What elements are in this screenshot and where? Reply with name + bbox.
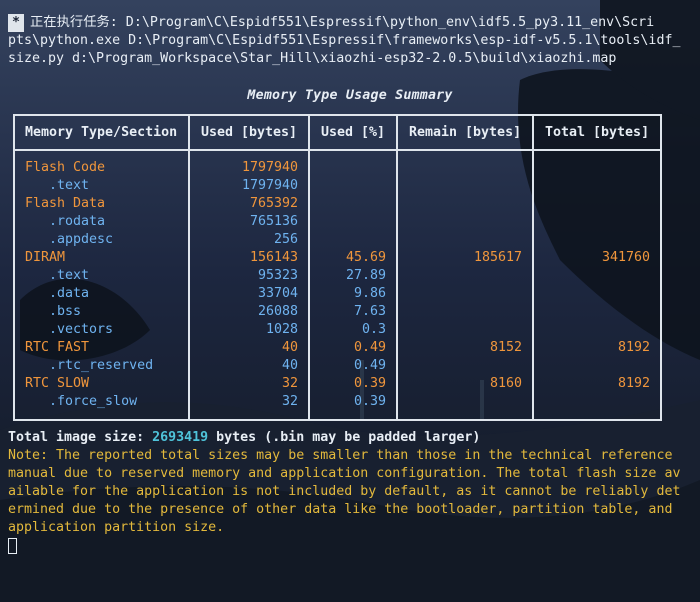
cell-used-bytes: 32 [281, 394, 298, 409]
table-title: Memory Type Usage Summary [247, 88, 453, 103]
task-badge: * [8, 14, 25, 32]
cell-used-percent: 27.89 [345, 268, 386, 283]
cell-used-bytes: 1797940 [241, 160, 298, 175]
cell-remain-bytes [400, 195, 522, 213]
cell-name: Flash Code [25, 160, 106, 175]
cell-remain-bytes [400, 321, 522, 339]
note-line-2: manual due to reserved memory and applic… [8, 466, 681, 481]
cell-used-bytes: 33704 [257, 286, 298, 301]
cell-used-bytes: 40 [281, 340, 298, 355]
cell-name: .rtc_reserved [25, 358, 154, 373]
cell-remain-bytes [400, 213, 522, 231]
cell-name: .text [25, 268, 90, 283]
cell-name: .rodata [25, 214, 106, 229]
cell-used-percent: 45.69 [345, 250, 386, 265]
cell-total-bytes [536, 285, 650, 303]
cell-name: RTC SLOW [25, 376, 90, 391]
cell-used-percent: 0.49 [353, 340, 386, 355]
command-line-3: size.py d:\Program_Workspace\Star_Hill\x… [8, 51, 617, 66]
cell-used-percent [312, 159, 386, 177]
cell-name: .text [25, 178, 90, 193]
cell-used-bytes: 765136 [249, 214, 298, 229]
cell-remain-bytes: 8160 [489, 376, 522, 391]
cell-used-bytes: 32 [281, 376, 298, 391]
cell-name: .vectors [25, 322, 114, 337]
cell-total-bytes [536, 213, 650, 231]
cell-remain-bytes [400, 357, 522, 375]
cell-used-percent [312, 213, 386, 231]
cell-used-percent [312, 195, 386, 213]
total-suffix: bytes (.bin may be padded larger) [208, 430, 481, 445]
total-image-size: Total image size: 2693419 bytes (.bin ma… [8, 429, 480, 447]
cell-remain-bytes [400, 267, 522, 285]
header-remain-bytes: Remain [bytes] [409, 125, 522, 140]
cell-used-bytes: 1028 [265, 322, 298, 337]
column-divider-4 [532, 114, 534, 421]
cell-used-bytes: 40 [281, 358, 298, 373]
note-line-4: ermined due to the presence of other dat… [8, 502, 673, 517]
cell-total-bytes: 341760 [601, 250, 650, 265]
cell-used-percent [312, 177, 386, 195]
cell-remain-bytes [400, 303, 522, 321]
cell-used-percent [312, 231, 386, 249]
terminal-window[interactable]: * 正在执行任务: D:\Program\C\Espidf551\Espressi… [0, 0, 700, 602]
cell-used-bytes: 156143 [249, 250, 298, 265]
cell-used-bytes: 256 [273, 232, 298, 247]
cell-total-bytes [536, 357, 650, 375]
cell-total-bytes [536, 393, 650, 411]
cell-total-bytes [536, 303, 650, 321]
column-divider-3 [396, 114, 398, 421]
cell-remain-bytes [400, 285, 522, 303]
total-prefix: Total image size: [8, 430, 153, 445]
note-line-5: application partition size. [8, 520, 225, 535]
cell-total-bytes [536, 267, 650, 285]
cell-used-percent: 0.49 [353, 358, 386, 373]
cell-used-bytes: 1797940 [241, 178, 298, 193]
cell-total-bytes [536, 195, 650, 213]
header-divider [13, 149, 662, 151]
cell-used-percent: 0.3 [361, 322, 386, 337]
cell-name: Flash Data [25, 196, 106, 211]
cell-used-bytes: 765392 [249, 196, 298, 211]
terminal-cursor[interactable] [8, 538, 17, 554]
cell-total-bytes [536, 177, 650, 195]
cell-name: .force_slow [25, 394, 138, 409]
command-line-1: * 正在执行任务: D:\Program\C\Espidf551\Espressi… [8, 14, 654, 32]
cell-used-percent: 0.39 [353, 394, 386, 409]
cell-used-bytes: 95323 [257, 268, 298, 283]
cell-remain-bytes [400, 159, 522, 177]
cell-total-bytes: 8192 [617, 340, 650, 355]
command-text-1: 正在执行任务: D:\Program\C\Espidf551\Espressif… [30, 15, 655, 30]
command-line-2: pts\python.exe D:\Program\C\Espidf551\Es… [8, 33, 681, 48]
header-memory-type: Memory Type/Section [25, 125, 178, 140]
cell-remain-bytes: 185617 [473, 250, 522, 265]
cell-total-bytes [536, 231, 650, 249]
cell-name: RTC FAST [25, 340, 90, 355]
header-used-bytes: Used [bytes] [201, 125, 298, 140]
cell-used-bytes: 26088 [257, 304, 298, 319]
cell-total-bytes: 8192 [617, 376, 650, 391]
cell-used-percent: 7.63 [353, 304, 386, 319]
total-value: 2693419 [152, 430, 209, 445]
cell-remain-bytes [400, 231, 522, 249]
cell-remain-bytes [400, 393, 522, 411]
column-divider-2 [308, 114, 310, 421]
note-line-3: ailable for the application is not inclu… [8, 484, 681, 499]
cell-total-bytes [536, 159, 650, 177]
cell-remain-bytes [400, 177, 522, 195]
cell-used-percent: 9.86 [353, 286, 386, 301]
cell-total-bytes [536, 321, 650, 339]
column-divider-1 [188, 114, 190, 421]
header-total-bytes: Total [bytes] [545, 125, 650, 140]
cell-remain-bytes: 8152 [489, 340, 522, 355]
cell-name: .bss [25, 304, 82, 319]
cell-name: .data [25, 286, 90, 301]
cell-used-percent: 0.39 [353, 376, 386, 391]
note-line-1: Note: The reported total sizes may be sm… [8, 448, 673, 463]
cell-name: DIRAM [25, 250, 66, 265]
header-used-percent: Used [%] [321, 125, 386, 140]
cell-name: .appdesc [25, 232, 114, 247]
